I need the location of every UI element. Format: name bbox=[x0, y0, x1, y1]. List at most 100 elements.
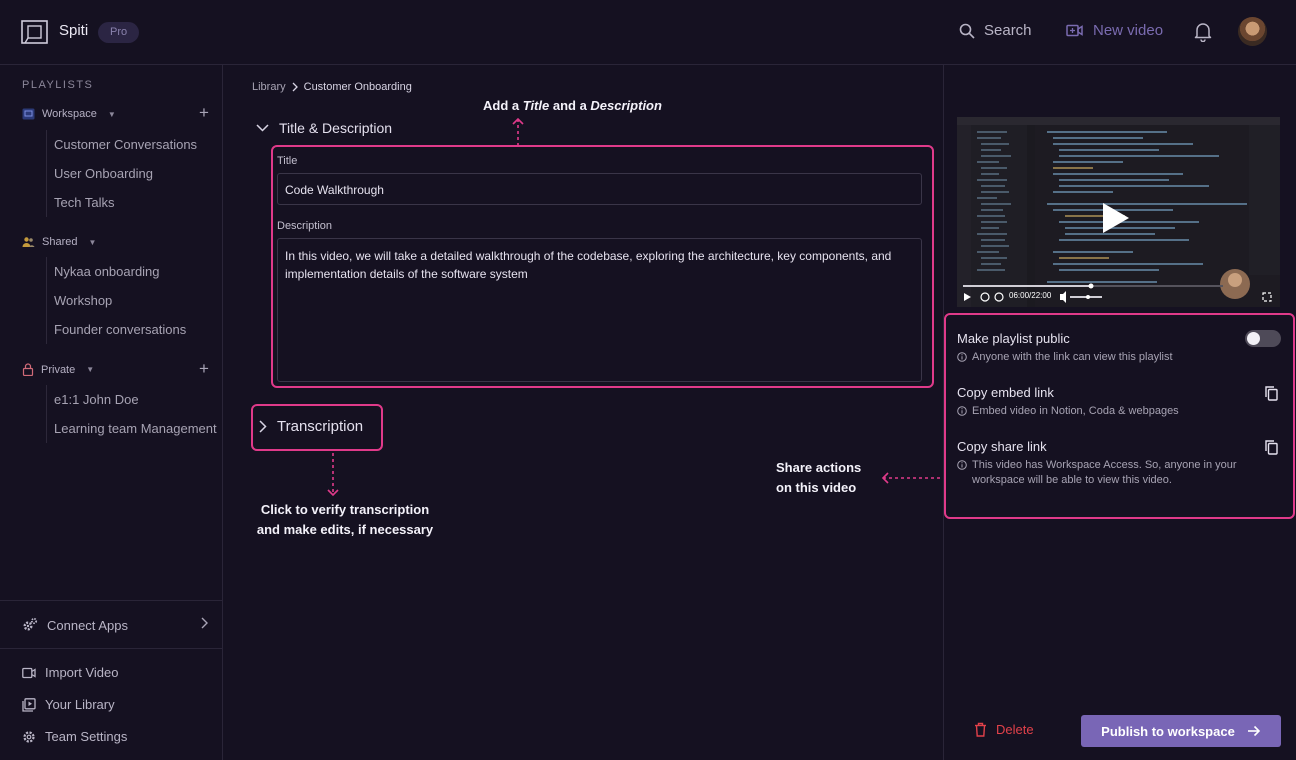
gears-icon bbox=[23, 617, 38, 631]
copy-embed-description: Embed video in Notion, Coda & webpages bbox=[957, 404, 1179, 419]
copy-embed-title[interactable]: Copy embed link bbox=[957, 385, 1054, 400]
video-camera-icon bbox=[22, 667, 36, 678]
team-settings-button[interactable]: Team Settings bbox=[22, 729, 127, 744]
sidebar-item-workshop[interactable]: Workshop bbox=[47, 286, 217, 315]
arrow-up-annotation-icon bbox=[512, 117, 524, 146]
transcription-section-toggle[interactable]: Transcription bbox=[259, 418, 363, 435]
description-field-label: Description bbox=[277, 220, 333, 232]
sidebar-group-label: Private bbox=[41, 363, 76, 376]
bell-icon[interactable] bbox=[1193, 21, 1213, 42]
publish-to-workspace-button[interactable]: Publish to workspace bbox=[1081, 715, 1281, 747]
annotation-text: Share actions bbox=[776, 460, 862, 475]
search-label: Search bbox=[984, 22, 1032, 39]
chevron-right-icon[interactable] bbox=[201, 617, 208, 632]
settings-gear-icon bbox=[23, 730, 35, 743]
info-icon bbox=[957, 460, 967, 470]
connect-apps-button[interactable]: Connect Apps bbox=[22, 617, 128, 633]
connect-apps-label: Connect Apps bbox=[47, 617, 128, 633]
new-video-button[interactable]: New video bbox=[1066, 22, 1163, 39]
copy-share-subtext-line: This video has Workspace Access. So, any… bbox=[972, 459, 1237, 471]
sidebar-item-user-onboarding[interactable]: User Onboarding bbox=[47, 159, 217, 188]
import-video-label: Import Video bbox=[45, 665, 119, 680]
sidebar-group-shared[interactable]: Shared ▼ bbox=[22, 236, 96, 248]
spiti-logo-icon[interactable] bbox=[21, 20, 48, 44]
add-private-playlist-icon[interactable]: + bbox=[199, 359, 209, 379]
brand-name: Spiti bbox=[59, 22, 89, 39]
annotation-title-description: Add a Title and a Description bbox=[483, 96, 662, 116]
sidebar-group-label: Workspace bbox=[42, 108, 97, 120]
shared-playlist-list: Nykaa onboarding Workshop Founder conver… bbox=[46, 257, 217, 344]
description-textarea[interactable]: In this video, we will take a detailed w… bbox=[277, 238, 922, 382]
sidebar-divider bbox=[0, 600, 222, 601]
sidebar-item-customer-conversations[interactable]: Customer Conversations bbox=[47, 130, 217, 159]
arrow-down-annotation-icon bbox=[327, 453, 339, 497]
library-icon bbox=[22, 697, 36, 712]
annotation-text: on this video bbox=[776, 480, 857, 495]
lock-icon bbox=[22, 363, 34, 376]
annotation-text: Description bbox=[590, 98, 662, 113]
new-video-label: New video bbox=[1093, 22, 1164, 39]
transcription-label: Transcription bbox=[277, 418, 364, 435]
video-camera-icon bbox=[1066, 24, 1083, 37]
sidebar-item-learning-team[interactable]: Learning team Management bbox=[47, 414, 217, 443]
sidebar-group-workspace[interactable]: Workspace ▼ bbox=[22, 108, 116, 120]
sidebar-item-founder-conversations[interactable]: Founder conversations bbox=[47, 315, 217, 344]
arrow-left-annotation-icon bbox=[881, 472, 940, 484]
make-public-description: Anyone with the link can view this playl… bbox=[957, 350, 1173, 365]
user-avatar[interactable] bbox=[1238, 17, 1267, 46]
caret-down-icon: ▼ bbox=[107, 109, 116, 119]
sidebar-group-private[interactable]: Private ▼ bbox=[22, 363, 94, 376]
title-description-section-toggle[interactable]: Title & Description bbox=[256, 120, 392, 136]
sidebar-divider bbox=[0, 648, 222, 649]
title-field-label: Title bbox=[277, 155, 298, 167]
people-icon bbox=[22, 237, 35, 247]
make-public-toggle[interactable] bbox=[1245, 330, 1281, 347]
private-playlist-list: e1:1 John Doe Learning team Management bbox=[46, 385, 217, 443]
search-button[interactable]: Search bbox=[959, 22, 1032, 39]
plan-badge: Pro bbox=[98, 22, 140, 43]
search-icon bbox=[959, 23, 975, 39]
copy-share-subtext-line: workspace will be able to view this vide… bbox=[972, 474, 1172, 486]
team-settings-label: Team Settings bbox=[45, 729, 128, 744]
annotation-text: and make edits, if necessary bbox=[256, 522, 434, 537]
annotation-transcription: Click to verify transcription and make e… bbox=[249, 500, 441, 540]
copy-share-subtext: This video has Workspace Access. So, any… bbox=[972, 458, 1237, 488]
workspace-playlist-list: Customer Conversations User Onboarding T… bbox=[46, 130, 217, 217]
title-input[interactable]: Code Walkthrough bbox=[277, 173, 922, 205]
copy-share-icon[interactable] bbox=[1265, 440, 1278, 455]
annotation-share-actions: Share actions on this video bbox=[776, 458, 861, 498]
caret-down-icon: ▼ bbox=[88, 237, 97, 247]
delete-label: Delete bbox=[996, 722, 1034, 737]
copy-share-title[interactable]: Copy share link bbox=[957, 439, 1047, 454]
import-video-button[interactable]: Import Video bbox=[22, 665, 118, 680]
monitor-icon bbox=[22, 108, 35, 120]
your-library-button[interactable]: Your Library bbox=[22, 697, 115, 712]
add-workspace-playlist-icon[interactable]: + bbox=[199, 103, 209, 123]
publish-label: Publish to workspace bbox=[1101, 723, 1235, 739]
sidebar-item-nykaa-onboarding[interactable]: Nykaa onboarding bbox=[47, 257, 217, 286]
annotation-text: and a bbox=[549, 98, 591, 113]
copy-embed-icon[interactable] bbox=[1265, 386, 1278, 401]
playlists-heading: PLAYLISTS bbox=[22, 79, 94, 91]
copy-embed-subtext: Embed video in Notion, Coda & webpages bbox=[972, 405, 1179, 417]
info-icon bbox=[957, 406, 967, 416]
breadcrumb-current: Customer Onboarding bbox=[303, 81, 412, 93]
sidebar: PLAYLISTS Workspace ▼ + Customer Convers… bbox=[0, 65, 223, 760]
video-player[interactable]: 06:00/22:00 bbox=[957, 117, 1280, 307]
sidebar-item-tech-talks[interactable]: Tech Talks bbox=[47, 188, 217, 217]
section-title: Title & Description bbox=[279, 120, 393, 136]
chevron-right-icon bbox=[292, 82, 298, 92]
delete-button[interactable]: Delete bbox=[974, 722, 1034, 737]
sidebar-item-john-doe[interactable]: e1:1 John Doe bbox=[47, 385, 217, 414]
trash-icon bbox=[975, 722, 986, 737]
chevron-right-icon bbox=[259, 420, 267, 433]
make-public-title: Make playlist public bbox=[957, 331, 1070, 346]
annotation-text: Click to verify transcription bbox=[260, 502, 430, 517]
breadcrumb-library[interactable]: Library bbox=[252, 81, 286, 93]
your-library-label: Your Library bbox=[45, 697, 115, 712]
annotation-text: Title bbox=[522, 98, 550, 113]
top-bar: Spiti Pro Search New video bbox=[0, 0, 1296, 65]
video-time-readout: 06:00/22:00 bbox=[1009, 291, 1052, 300]
info-icon bbox=[957, 352, 967, 362]
chevron-down-icon bbox=[256, 124, 269, 132]
